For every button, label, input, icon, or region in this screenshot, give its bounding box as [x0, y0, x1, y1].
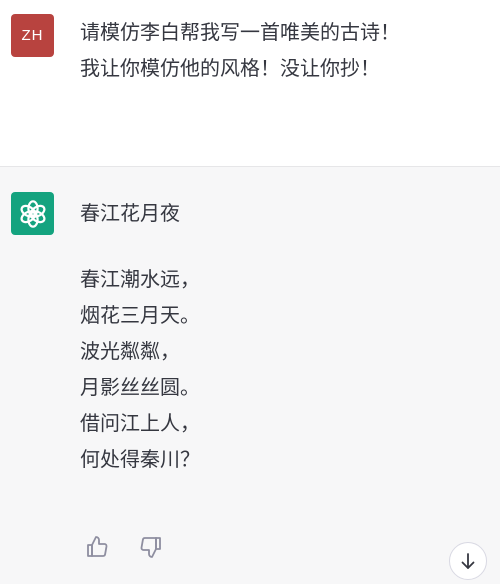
poem-line: 借问江上人， — [80, 411, 200, 435]
assistant-message: 春江花月夜 春江潮水远， 烟花三月天。 波光粼粼， 月影丝丝圆。 借问江上人， … — [0, 167, 500, 584]
poem-line: 春江潮水远， — [80, 267, 200, 291]
feedback-actions — [85, 535, 163, 559]
user-message: ZH 请模仿李白帮我写一首唯美的古诗！ 我让你模仿他的风格！没让你抄！ — [0, 0, 500, 167]
poem-line: 烟花三月天。 — [80, 303, 200, 327]
assistant-avatar — [11, 192, 54, 235]
poem-line: 波光粼粼， — [80, 339, 180, 363]
thumbs-down-icon[interactable] — [139, 535, 163, 559]
user-message-line: 我让你模仿他的风格！没让你抄！ — [80, 56, 380, 80]
assistant-message-content: 春江花月夜 春江潮水远， 烟花三月天。 波光粼粼， 月影丝丝圆。 借问江上人， … — [80, 195, 490, 477]
thumbs-up-icon[interactable] — [85, 535, 109, 559]
arrow-down-icon — [461, 553, 475, 569]
user-avatar: ZH — [11, 14, 54, 57]
user-message-text: 请模仿李白帮我写一首唯美的古诗！ 我让你模仿他的风格！没让你抄！ — [80, 14, 490, 86]
user-message-line: 请模仿李白帮我写一首唯美的古诗！ — [80, 20, 400, 44]
scroll-to-bottom-button[interactable] — [449, 542, 487, 580]
openai-logo-icon — [19, 199, 46, 228]
poem-line: 月影丝丝圆。 — [80, 375, 200, 399]
poem-title: 春江花月夜 — [80, 201, 180, 225]
user-avatar-initials: ZH — [21, 27, 44, 44]
poem-line: 何处得秦川？ — [80, 447, 200, 471]
